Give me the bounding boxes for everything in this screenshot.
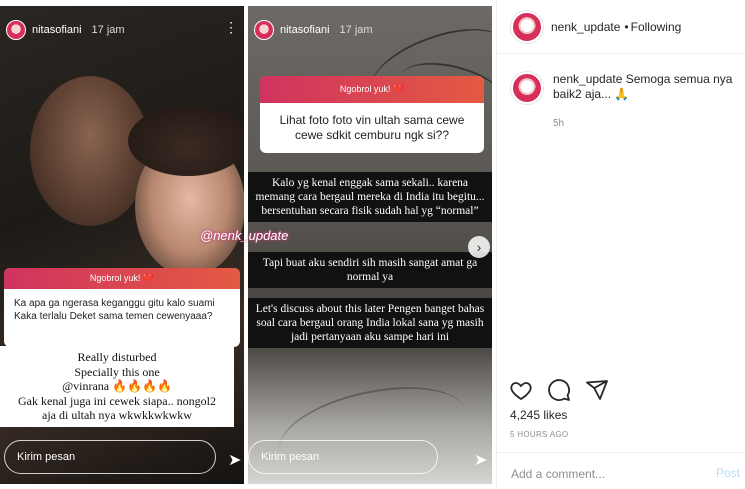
story-screenshot-2: nitasofiani 17 jam Ngobrol yuk! ❤️ Lihat… [248,6,492,484]
answer-line: @vinrana 🔥🔥🔥🔥 [62,379,172,393]
story-avatar[interactable] [6,20,26,40]
story-username[interactable]: nitasofiani [280,24,330,36]
heart-icon[interactable] [509,378,533,402]
story-time: 17 jam [91,24,125,36]
answer-text-3: Let's discuss about this later Pengen ba… [255,303,485,343]
story-answer-block: Let's discuss about this later Pengen ba… [248,298,492,348]
caption-time: 5h [553,118,565,129]
separator: • [624,19,629,34]
reply-placeholder: Kirim pesan [261,451,320,463]
chevron-right-icon[interactable]: › [468,236,490,258]
following-button[interactable]: Following [631,20,682,34]
question-header: Ngobrol yuk! ❤️ [4,268,240,289]
post-timestamp: 5 HOURS AGO [510,430,569,439]
question-sticker: Ngobrol yuk! ❤️ Lihat foto foto vin ulta… [260,76,484,153]
photo-hair [128,106,244,176]
answer-text-1: Kalo yg kenal enggak sama sekali.. karen… [255,177,485,217]
post-caption: nenk_update Semoga semua nya baik2 aja..… [511,72,733,131]
story-time: 17 jam [339,24,373,36]
comment-icon[interactable] [547,378,571,402]
question-sticker: Ngobrol yuk! ❤️ Ka apa ga ngerasa kegang… [4,268,240,347]
avatar[interactable] [511,10,543,43]
post-actions [509,378,609,402]
story-answer-block: Tapi buat aku sendiri sih masih sangat a… [248,252,492,288]
like-count[interactable]: 4,245 likes [510,408,567,422]
story-username[interactable]: nitasofiani [32,24,82,36]
question-text: Lihat foto foto vin ultah sama cewe cewe… [279,113,465,142]
answer-line: aja di ultah nya wkwkkwkwkw [42,408,192,422]
comment-bar: Add a comment... Post [497,452,745,489]
answer-line: Gak kenal juga ini cewek siapa.. nongol2 [18,393,216,408]
post-header: nenk_update • Following [497,0,745,54]
comment-input[interactable]: Add a comment... [511,467,605,481]
answer-line: Specially this one [74,364,160,379]
story-avatar[interactable] [254,20,274,40]
more-icon[interactable]: ⋮ [224,20,238,34]
story-header: nitasofiani 17 jam [254,20,373,40]
story-answer-block: Kalo yg kenal enggak sama sekali.. karen… [248,172,492,222]
post-comment-button[interactable]: Post [716,466,740,480]
avatar[interactable] [511,72,543,104]
send-icon[interactable]: ➤ [474,450,487,470]
send-icon[interactable]: ➤ [228,450,241,470]
share-icon[interactable] [585,378,609,402]
post-media: nitasofiani 17 jam ⋮ Ngobrol yuk! ❤️ Ka … [0,0,496,489]
answer-line: Really disturbed [77,350,157,364]
question-text: Ka apa ga ngerasa keganggu gitu kalo sua… [14,298,215,322]
story-reply-input[interactable]: Kirim pesan [248,440,438,474]
story-header: nitasofiani 17 jam [6,20,125,40]
answer-text-2: Tapi buat aku sendiri sih masih sangat a… [262,257,478,283]
question-header: Ngobrol yuk! ❤️ [260,76,484,103]
story-answer: Really disturbed Specially this one @vin… [0,346,234,427]
reply-placeholder: Kirim pesan [17,451,76,463]
story-reply-input[interactable]: Kirim pesan [4,440,216,474]
story-screenshot-1: nitasofiani 17 jam ⋮ Ngobrol yuk! ❤️ Ka … [0,6,244,484]
watermark: @nenk_update [200,228,289,243]
caption-username[interactable]: nenk_update [553,72,622,86]
post-sidebar: nenk_update • Following nenk_update Semo… [496,0,745,489]
post-username[interactable]: nenk_update [551,20,620,34]
caption-body: nenk_update Semoga semua nya baik2 aja..… [553,72,733,131]
